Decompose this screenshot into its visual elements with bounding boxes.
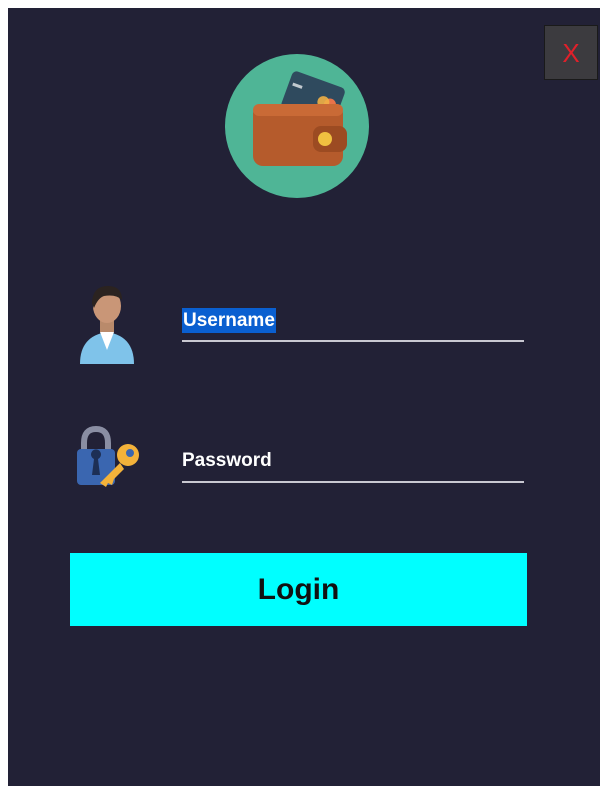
password-field[interactable] bbox=[182, 440, 524, 483]
login-button[interactable]: Login bbox=[70, 553, 527, 626]
user-icon bbox=[80, 286, 134, 364]
username-field[interactable] bbox=[182, 304, 524, 342]
lock-key-icon bbox=[77, 425, 139, 487]
wallet-icon bbox=[225, 54, 369, 198]
login-window: X Username Login bbox=[8, 8, 600, 786]
close-button[interactable]: X bbox=[544, 25, 598, 80]
